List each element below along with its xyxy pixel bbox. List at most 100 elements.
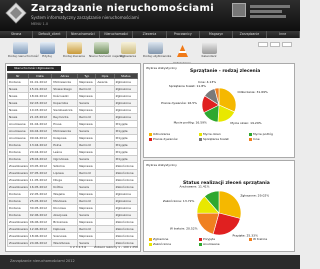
table-row[interactable]: Nowe 18.02.2012 Kościuszki Naprawa Zgłoszone [7, 92, 139, 100]
table-row[interactable]: Dodana 28.04.2012 Ogrodowa Serwis Przyjęte [7, 155, 139, 163]
legend-item[interactable]: Przyjęte [199, 237, 215, 241]
table-cell: 10.03.2012 [27, 106, 53, 114]
table-cell [95, 190, 115, 198]
legend-item[interactable]: Sprzątanie toalet [199, 137, 229, 141]
nav-item[interactable]: Inne [267, 31, 300, 38]
toolbar-warnings-button[interactable]: Ostrzeżenia [170, 42, 194, 66]
slice-label: Zgłoszone: 29.02% [240, 193, 269, 197]
legend-item[interactable]: Zakończone [149, 242, 171, 246]
legend-label: Mycie podłóg [253, 132, 273, 136]
view-toggle-button[interactable] [270, 42, 280, 47]
table-cell: 18.02.2012 [27, 92, 53, 100]
toolbar-add-property-button[interactable]: Dodaj nieruchomość [8, 42, 39, 59]
legend-item[interactable]: Pranie dywanów [149, 137, 178, 141]
legend-label: Mycie okien [203, 132, 221, 136]
table-cell: Prusa [51, 120, 79, 128]
legend-item[interactable]: Anulowane [199, 242, 220, 246]
slice-label: Odkurzanie: 31.69% [237, 90, 268, 94]
user-info-line [250, 15, 286, 18]
table-row[interactable]: Nowe 10.03.2012 Sienkiewicza Naprawa Zgłoszo… [7, 106, 139, 114]
table-cell: Nowe [7, 92, 29, 100]
table-cell [95, 92, 115, 100]
table-cell: Dodana [7, 155, 29, 163]
table-row[interactable]: Nowa 02.03.2012 Kopernika Serwis Zgłoszone [7, 99, 139, 107]
table-cell: Naprawa [77, 232, 97, 240]
nav-item[interactable]: Pracownicy [167, 31, 200, 38]
tab-requests[interactable]: Nieruchomości Zgłoszenia [7, 66, 61, 71]
table-row[interactable]: Zrealizowane 11.05.2012 Długa Naprawa Zakońc… [7, 176, 139, 184]
legend-item[interactable]: Odkurzanie [149, 132, 170, 136]
table-row[interactable]: Nowa 21.03.2012 Reymonta Remont Zgłoszone [7, 113, 139, 121]
nav-item[interactable]: Zlecenia [133, 31, 167, 38]
table-cell: Zgłoszone [113, 85, 139, 93]
toolbar-requests-button[interactable]: Zgłoszenia [116, 42, 140, 59]
legend-label: Inne [253, 137, 260, 141]
table-row[interactable]: Dodana 13.04.2012 Polna Remont Przyjęte [7, 141, 139, 149]
page-numbers[interactable]: 1 2 3 4 5 6 [70, 245, 86, 249]
table-row[interactable]: Dodana 30.05.2012 Klonowa Naprawa Zgłoszone [7, 204, 139, 212]
table-cell: Lipowa [51, 169, 79, 177]
legend-item[interactable]: Inne [249, 137, 260, 141]
table-row[interactable]: Zrealizowane 03.05.2012 Szkolna Naprawa Zako… [7, 162, 139, 170]
table-cell [95, 169, 115, 177]
toolbar-calendar-button[interactable]: Kalendarz [197, 42, 221, 59]
view-toggle-button[interactable] [282, 42, 292, 47]
table-cell: Wiejska [51, 190, 79, 198]
toolbar-edit-button[interactable]: Edytuj [35, 42, 59, 59]
toolbar-tenants-button[interactable]: Nieruchomości najemcy [89, 42, 125, 59]
table-row[interactable]: Dodana 20.04.2012 Leśna Naprawa Przyjęte [7, 148, 139, 156]
app-version: MENU 1.0 [31, 22, 49, 26]
table-row[interactable]: Anulowane 01.04.2012 Prusa Naprawa Przyjęte [7, 120, 139, 128]
nav-item[interactable]: Nieruchomości [100, 31, 134, 38]
table-cell: Zgłoszone [113, 197, 139, 205]
toolbar-add-task-button[interactable]: Dodaj zlecenie [62, 42, 86, 59]
pie-chart-1: Odkurzanie: 31.69% Mycie okien: 19.29% Myc… [161, 80, 268, 125]
table-cell [95, 197, 115, 205]
nav-item[interactable]: Strona [0, 31, 34, 38]
legend-item[interactable]: Mycie okien [199, 132, 221, 136]
table-row[interactable]: Zrealizowane 06.06.2012 Brzozowa Naprawa Zak… [7, 218, 139, 226]
legend-item[interactable]: Zgłoszone [149, 237, 168, 241]
nav-item[interactable]: Default_client [33, 31, 67, 38]
table-cell: Nowa [7, 85, 29, 93]
table-row[interactable]: Dodana 22.05.2012 Wiejska Naprawa Zgłoszone [7, 190, 139, 198]
table-row[interactable]: Dodana 01.01.2012 Mickiewicza Naprawa Awaria… [7, 78, 139, 86]
nav-item[interactable]: Magazyn [200, 31, 234, 38]
legend-item[interactable]: Mycie podłóg [249, 132, 273, 136]
view-toggle-button[interactable] [258, 42, 268, 47]
legend-item[interactable]: W trakcie [249, 237, 267, 241]
toolbar-add-user-button[interactable]: Dodaj użytkownika [143, 42, 171, 59]
table-row[interactable]: Anulowane 04.04.2012 Mickiewicza Serwis Przy… [7, 127, 139, 135]
pagination[interactable]: 1 2 3 4 5 6 Zobacz rekordy 1 - 100 z 256 [70, 245, 138, 250]
table-row[interactable]: Zrealizowane 07.05.2012 Lipowa Remont Zakońc… [7, 169, 139, 177]
user-info-line [250, 5, 290, 8]
table-cell: Dodana [7, 78, 29, 86]
table-row[interactable]: Zrealizowane 12.06.2012 Dębowa Remont Zakońc… [7, 225, 139, 233]
table-cell [95, 225, 115, 233]
table-row[interactable]: Dodana 25.05.2012 Miodowa Remont Zgłoszone [7, 197, 139, 205]
legend-label: Odkurzanie [153, 132, 171, 136]
nav-item[interactable]: Nieruchomości [67, 31, 100, 38]
task-icon [66, 42, 82, 54]
cone-icon [176, 45, 188, 57]
table-cell: Polna [51, 141, 79, 149]
nav-item[interactable]: Zarządzanie [233, 31, 267, 38]
table-row[interactable]: Zrealizowane 18.06.2012 Sosnowa Naprawa Zako… [7, 232, 139, 240]
table-cell: Kolejowa [51, 134, 79, 142]
table-cell: Dodana [7, 141, 29, 149]
table-cell [95, 141, 115, 149]
table-cell [95, 211, 115, 219]
table-row[interactable]: Dodana 02.06.2012 Akacjowa Serwis Zgłoszone [7, 211, 139, 219]
table-cell: Remont [77, 169, 97, 177]
app-subtitle: System informatyczny zarządzanie nieruch… [31, 15, 139, 20]
table-cell: 09.04.2012 [27, 134, 53, 142]
table-row[interactable]: Nowa 15.01.2012 Słowackiego Remont Zgłoszone [7, 85, 139, 93]
table-cell: 22.05.2012 [27, 190, 53, 198]
table-row[interactable]: Zrealizowane 16.05.2012 Krótka Serwis Zakońc… [7, 183, 139, 191]
table-cell: 28.04.2012 [27, 155, 53, 163]
avatar[interactable] [232, 3, 246, 17]
table-cell: Remont [77, 141, 97, 149]
table-cell: Przyjęte [113, 134, 139, 142]
table-row[interactable]: Anulowane 09.04.2012 Kolejowa Naprawa Przyję… [7, 134, 139, 142]
table-cell: 30.05.2012 [27, 204, 53, 212]
